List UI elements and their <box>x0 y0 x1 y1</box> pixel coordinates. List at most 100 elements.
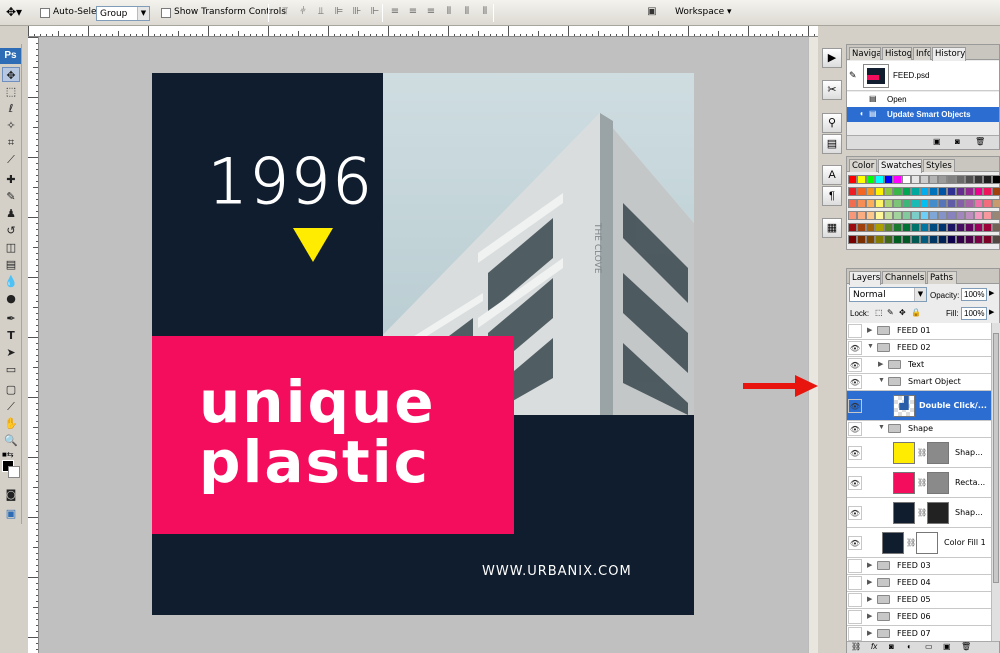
layer-row[interactable]: ▶ FEED 05 <box>847 592 991 609</box>
color-swatch[interactable] <box>875 199 884 208</box>
color-swatch[interactable] <box>893 175 902 184</box>
mask-link-icon[interactable]: ⛓ <box>917 508 927 517</box>
color-swatch[interactable] <box>938 187 947 196</box>
background-color-swatch[interactable] <box>8 466 20 478</box>
pen-tool-icon[interactable]: ✒ <box>2 311 20 326</box>
visibility-toggle[interactable] <box>848 610 862 624</box>
color-swatch[interactable] <box>911 175 920 184</box>
color-swatch[interactable] <box>983 211 992 220</box>
align-right-icon[interactable]: ⊩ <box>368 5 382 19</box>
layer-row[interactable]: 👁 ▼ Shape <box>847 421 991 438</box>
visibility-toggle[interactable] <box>848 576 862 590</box>
color-swatch[interactable] <box>992 199 1000 208</box>
tab-histogram[interactable]: Histog <box>882 47 912 60</box>
align-top-icon[interactable]: ⫪ <box>278 5 292 19</box>
lock-pixels-icon[interactable]: ✎ <box>887 308 894 317</box>
blur-tool-icon[interactable]: 💧 <box>2 274 20 289</box>
color-swatch[interactable] <box>938 199 947 208</box>
color-swatch[interactable] <box>938 211 947 220</box>
color-swatch[interactable] <box>866 235 875 244</box>
color-swatch[interactable] <box>938 223 947 232</box>
delete-state-icon[interactable]: 🗑 <box>975 137 985 146</box>
new-group-icon[interactable]: ▭ <box>925 642 933 651</box>
bridge-icon[interactable]: ▣ <box>643 5 661 19</box>
layer-row[interactable]: 👁 ▶ Text <box>847 357 991 374</box>
color-swatch[interactable] <box>929 235 938 244</box>
color-swatch[interactable] <box>965 223 974 232</box>
clone-stamp-icon[interactable]: ♟ <box>2 206 20 221</box>
layer-mask-thumbnail[interactable] <box>916 532 938 554</box>
shape-tool-icon[interactable]: ▭ <box>2 362 20 377</box>
color-swatch[interactable] <box>983 187 992 196</box>
color-swatch[interactable] <box>920 211 929 220</box>
color-swatch[interactable] <box>929 175 938 184</box>
eyedropper-icon[interactable]: ⟋ <box>2 399 20 414</box>
slice-tool-icon[interactable]: ⟋ <box>2 152 20 167</box>
paragraph-panel-icon[interactable]: ¶ <box>822 186 842 206</box>
history-brush-icon[interactable]: ↺ <box>2 223 20 238</box>
canvas-scrollbar[interactable] <box>808 37 818 653</box>
distribute-vcenter-icon[interactable]: ≡ <box>406 5 420 19</box>
vector-mask-thumbnail[interactable] <box>927 502 949 524</box>
color-swatch[interactable] <box>929 187 938 196</box>
opacity-field[interactable]: 100% <box>961 288 987 301</box>
quick-mask-icon[interactable]: ◙ <box>2 487 20 502</box>
layers-scrollbar[interactable] <box>991 323 1000 641</box>
layer-row[interactable]: 👁 ⛓ Color Fill 1 <box>847 528 991 558</box>
color-swatch[interactable] <box>956 199 965 208</box>
color-swatch[interactable] <box>857 199 866 208</box>
layer-row[interactable]: ▶ FEED 07 <box>847 626 991 641</box>
layer-row[interactable]: ▶ FEED 06 <box>847 609 991 626</box>
align-hcenter-icon[interactable]: ⊪ <box>350 5 364 19</box>
align-vcenter-icon[interactable]: ⫩ <box>296 5 310 19</box>
color-swatch[interactable] <box>929 223 938 232</box>
color-swatch[interactable] <box>920 223 929 232</box>
color-swatch[interactable] <box>884 199 893 208</box>
color-swatch[interactable] <box>893 235 902 244</box>
color-swatch[interactable] <box>929 199 938 208</box>
lock-all-icon[interactable]: 🔒 <box>911 308 921 317</box>
color-swatch[interactable] <box>911 199 920 208</box>
new-snapshot-icon[interactable]: ◙ <box>955 137 960 146</box>
auto-select-dropdown[interactable]: Group ▼ <box>96 6 150 21</box>
collapsed-triangle-icon[interactable]: ▶ <box>867 595 872 603</box>
vector-mask-thumbnail[interactable] <box>927 442 949 464</box>
layer-row[interactable]: ▶ FEED 03 <box>847 558 991 575</box>
tab-swatches[interactable]: Swatches <box>878 159 922 173</box>
layer-mask-icon[interactable]: ◙ <box>889 642 894 651</box>
color-swatch[interactable] <box>875 223 884 232</box>
distribute-left-icon[interactable]: ⦀ <box>442 5 456 19</box>
character-panel-icon[interactable]: A <box>822 165 842 185</box>
color-swatch[interactable] <box>956 187 965 196</box>
layer-comps-panel-icon[interactable]: ▦ <box>822 218 842 238</box>
color-swatch[interactable] <box>956 223 965 232</box>
eye-icon[interactable]: 👁 <box>848 475 862 490</box>
color-swatch[interactable] <box>965 175 974 184</box>
color-swatch[interactable] <box>920 199 929 208</box>
color-swatch[interactable] <box>992 223 1000 232</box>
color-swatch[interactable] <box>965 211 974 220</box>
color-swatch[interactable] <box>884 211 893 220</box>
type-tool-icon[interactable]: T <box>2 328 20 343</box>
align-bottom-icon[interactable]: ⫫ <box>314 5 328 19</box>
color-swatch[interactable] <box>947 223 956 232</box>
brushes-panel-icon[interactable]: ⚲ <box>822 113 842 133</box>
color-swatch[interactable] <box>893 199 902 208</box>
color-swatch[interactable] <box>893 211 902 220</box>
eye-icon[interactable]: 👁 <box>848 398 862 413</box>
layer-row[interactable]: 👁 ⛓ Recta... <box>847 468 991 498</box>
gradient-tool-icon[interactable]: ▤ <box>2 257 20 272</box>
collapsed-triangle-icon[interactable]: ▶ <box>867 612 872 620</box>
color-swatch[interactable] <box>911 235 920 244</box>
color-swatch[interactable] <box>920 175 929 184</box>
color-swatch[interactable] <box>857 223 866 232</box>
tab-paths[interactable]: Paths <box>927 271 957 284</box>
blend-mode-dropdown[interactable]: Normal ▼ <box>849 287 927 302</box>
eye-icon[interactable]: 👁 <box>848 422 862 436</box>
color-swatch[interactable] <box>983 199 992 208</box>
distribute-right-icon[interactable]: ⦀ <box>478 5 492 19</box>
color-swatch[interactable] <box>902 175 911 184</box>
layer-row[interactable]: 👁 ▼ FEED 02 <box>847 340 991 357</box>
eye-icon[interactable]: 👁 <box>848 505 862 520</box>
color-swatch[interactable] <box>965 235 974 244</box>
